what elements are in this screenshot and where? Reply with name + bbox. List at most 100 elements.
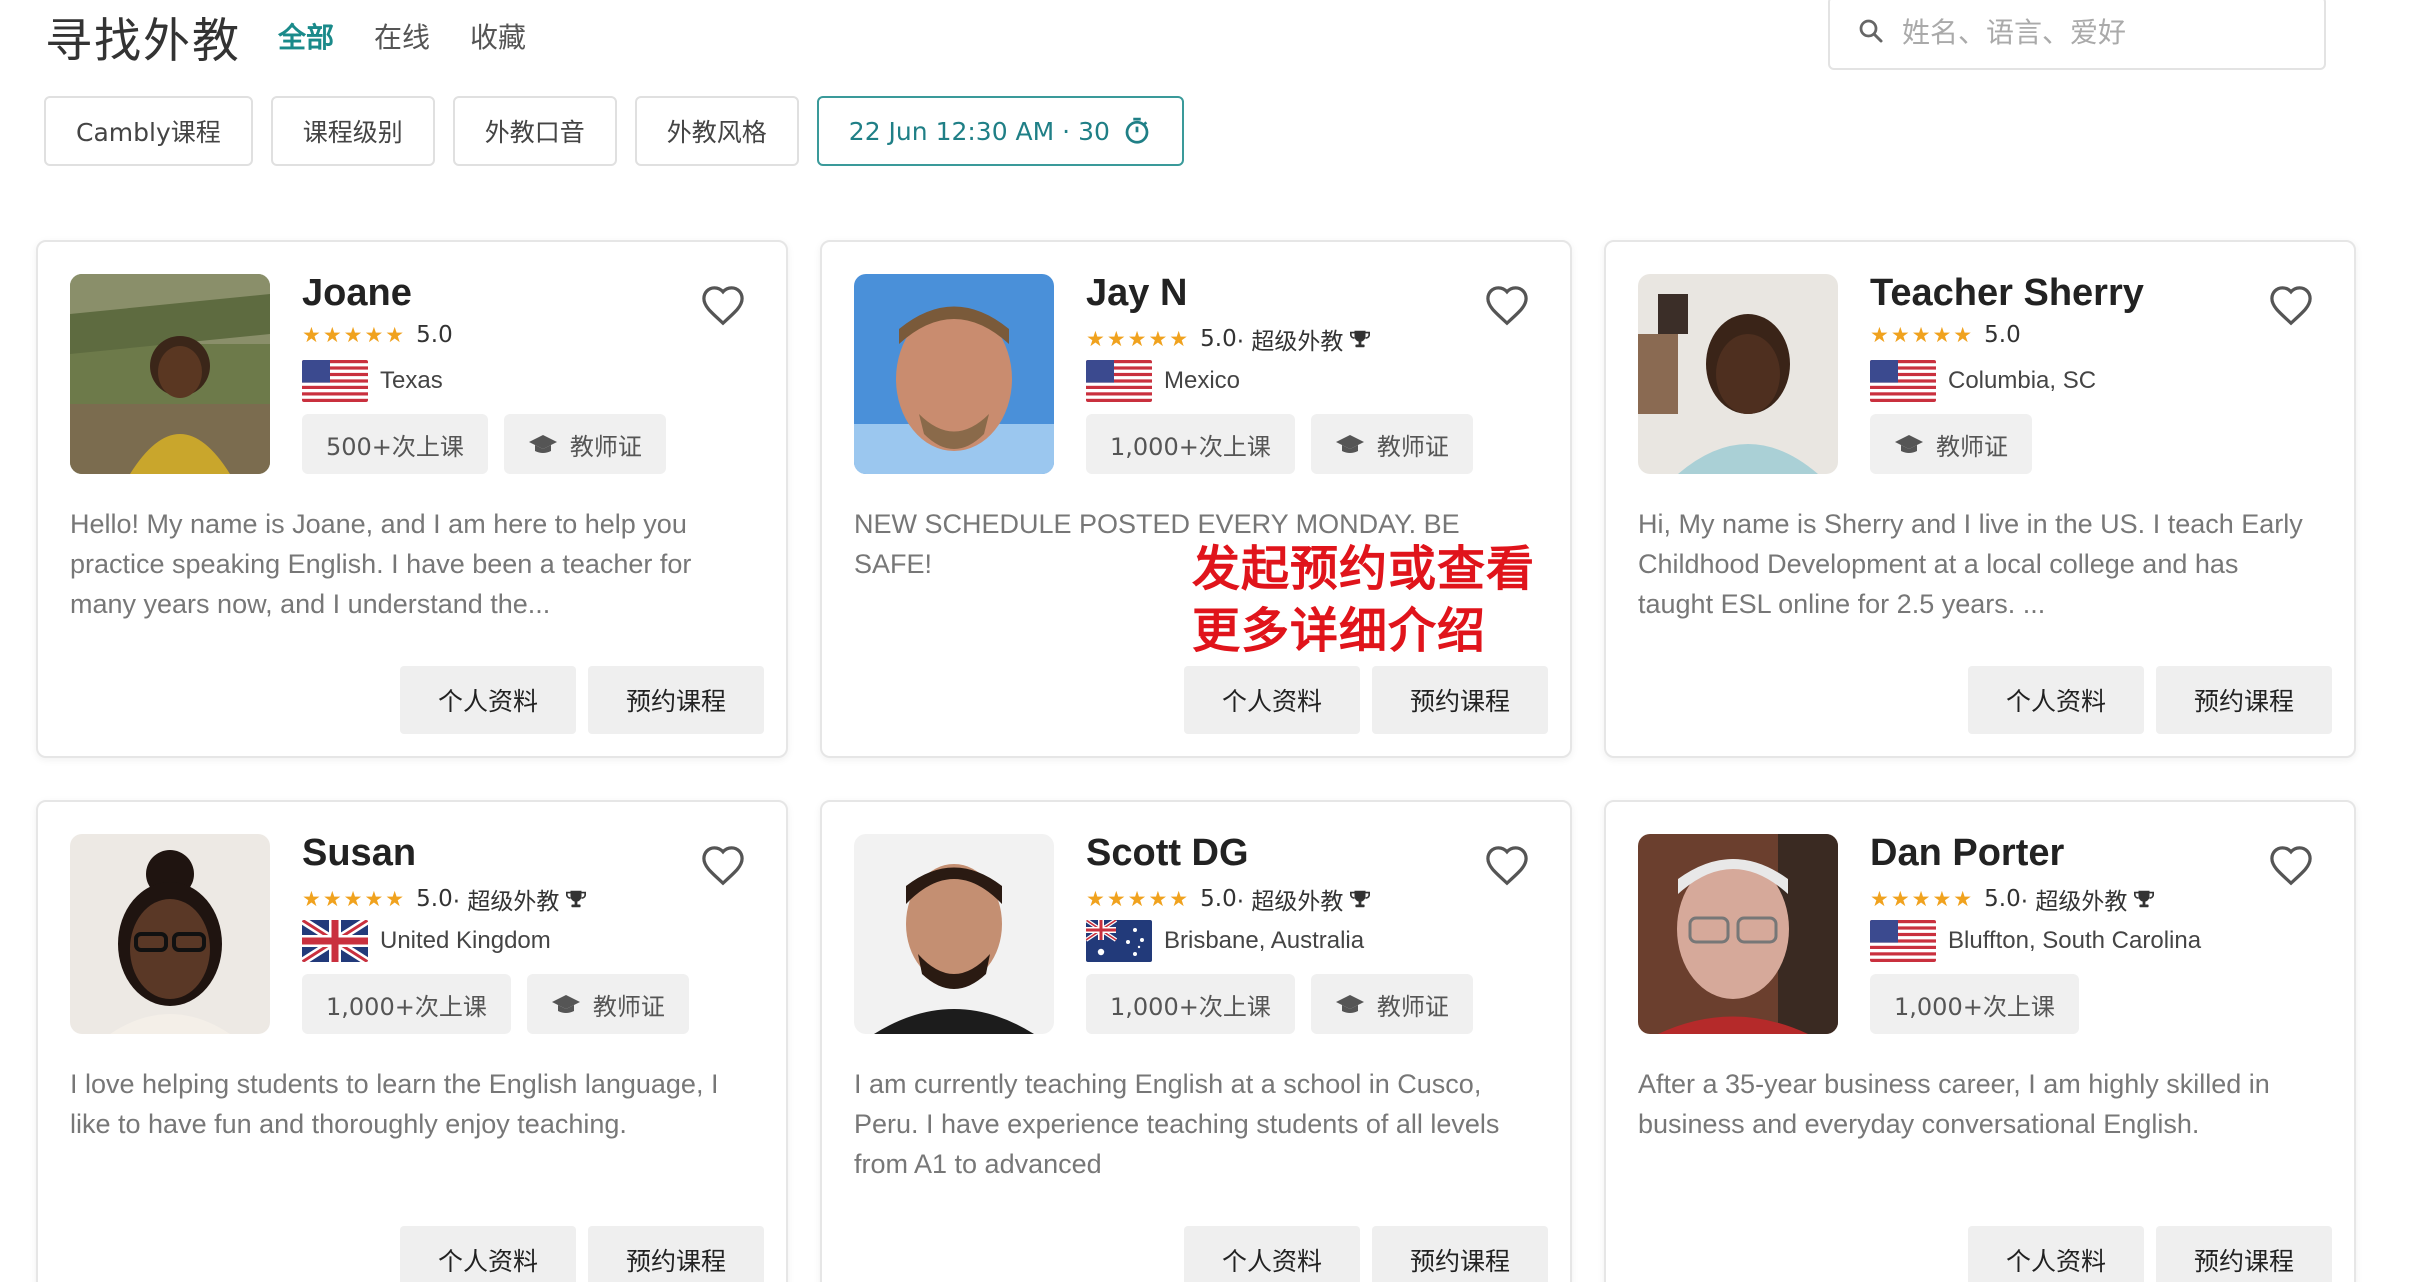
au-flag-icon [1086, 920, 1152, 962]
lessons-badge: 1,000+次上课 [1086, 414, 1295, 474]
page-title: 寻找外教 [45, 14, 241, 69]
favorite-heart-icon[interactable] [1484, 844, 1530, 886]
rating-stars: ★★★★★ [302, 887, 407, 911]
tutor-avatar-joane[interactable] [70, 274, 270, 474]
card-actions: 个人资料 预约课程 [388, 666, 764, 734]
certificate-label: 教师证 [592, 992, 665, 1021]
book-lesson-button[interactable]: 预约课程 [588, 1226, 764, 1282]
tutor-bio: I am currently teaching English at a sch… [854, 1069, 1500, 1179]
tutor-name[interactable]: Scott DG [1086, 832, 1249, 875]
certificate-badge: 教师证 [503, 414, 666, 474]
filter-course-level[interactable]: 课程级别 [270, 96, 435, 166]
book-lesson-button[interactable]: 预约课程 [1372, 1226, 1548, 1282]
graduation-cap-icon [1335, 432, 1365, 456]
certificate-badge: 教师证 [1310, 414, 1473, 474]
certificate-label: 教师证 [1376, 432, 1449, 461]
tutor-name[interactable]: Jay N [1086, 272, 1187, 315]
tab-all[interactable]: 全部 [278, 16, 334, 56]
tutor-avatar-teacher-sherry[interactable] [1638, 274, 1838, 474]
graduation-cap-icon [1894, 432, 1924, 456]
certificate-label: 教师证 [569, 432, 642, 461]
tutor-avatar-dan-porter[interactable] [1638, 834, 1838, 1034]
tutor-card-joane[interactable]: Joane ★★★★★ 5.0 Texas 500+次上课 教师证 Hello!… [36, 240, 788, 758]
tutor-bio: I love helping students to learn the Eng… [70, 1069, 719, 1139]
rating-stars: ★★★★★ [1870, 323, 1975, 347]
tab-favorites[interactable]: 收藏 [470, 16, 526, 56]
us-flag-icon [302, 360, 368, 402]
super-tutor-label: · 超级外教 [2020, 889, 2128, 915]
book-lesson-button[interactable]: 预约课程 [1372, 666, 1548, 734]
tutor-name[interactable]: Joane [302, 272, 412, 315]
favorite-heart-icon[interactable] [2268, 844, 2314, 886]
annotation-callout: 发起预约或查看 更多详细介绍 [1192, 538, 1535, 662]
tutor-bio: Hi, My name is Sherry and I live in the … [1638, 509, 2303, 619]
certificate-badge: 教师证 [1870, 414, 2032, 474]
tutor-name[interactable]: Teacher Sherry [1870, 272, 2144, 315]
favorite-heart-icon[interactable] [700, 844, 746, 886]
location-text: Bluffton, South Carolina [1948, 927, 2202, 954]
badges: 1,000+次上课 教师证 [1086, 974, 1489, 1034]
rating-row: ★★★★★ 5.0 · 超级外教 [302, 882, 587, 916]
profile-button[interactable]: 个人资料 [400, 1226, 576, 1282]
card-actions: 个人资料 预约课程 [1956, 1226, 2332, 1282]
tutor-card-scott-dg[interactable]: Scott DG ★★★★★ 5.0 · 超级外教 Brisbane, Aust… [820, 800, 1572, 1282]
location-text: Columbia, SC [1948, 367, 2097, 394]
rating-value: 5.0 [1984, 886, 2021, 912]
super-tutor-label: · 超级外教 [1236, 889, 1344, 915]
book-lesson-button[interactable]: 预约课程 [2156, 666, 2332, 734]
annotation-line-2: 更多详细介绍 [1192, 603, 1487, 659]
card-actions: 个人资料 预约课程 [388, 1226, 764, 1282]
tutor-name[interactable]: Susan [302, 832, 416, 875]
graduation-cap-icon [1335, 992, 1365, 1016]
header: 寻找外教 全部 在线 收藏 [0, 0, 2416, 80]
profile-button[interactable]: 个人资料 [1184, 1226, 1360, 1282]
favorite-heart-icon[interactable] [1484, 284, 1530, 326]
location-row: Mexico [1086, 360, 1240, 402]
favorite-heart-icon[interactable] [700, 284, 746, 326]
rating-row: ★★★★★ 5.0 · 超级外教 [1086, 322, 1371, 356]
uk-flag-icon [302, 920, 368, 962]
filter-bar: Cambly课程 课程级别 外教口音 外教风格 22 Jun 12:30 AM … [44, 96, 1202, 166]
profile-button[interactable]: 个人资料 [1968, 666, 2144, 734]
filter-cambly-course[interactable]: Cambly课程 [44, 96, 253, 166]
profile-button[interactable]: 个人资料 [1968, 1226, 2144, 1282]
certificate-badge: 教师证 [1310, 974, 1473, 1034]
lessons-badge: 1,000+次上课 [302, 974, 511, 1034]
profile-button[interactable]: 个人资料 [1184, 666, 1360, 734]
tutor-avatar-susan[interactable] [70, 834, 270, 1034]
profile-button[interactable]: 个人资料 [400, 666, 576, 734]
tutor-card-susan[interactable]: Susan ★★★★★ 5.0 · 超级外教 United Kingdom 1,… [36, 800, 788, 1282]
tutor-name[interactable]: Dan Porter [1870, 832, 2064, 875]
super-tutor-label: · 超级外教 [1236, 329, 1344, 355]
tutor-card-jay-n[interactable]: Jay N ★★★★★ 5.0 · 超级外教 Mexico 1,000+次上课 … [820, 240, 1572, 758]
book-lesson-button[interactable]: 预约课程 [588, 666, 764, 734]
search-box[interactable] [1828, 0, 2326, 70]
location-row: United Kingdom [302, 920, 551, 962]
book-lesson-button[interactable]: 预约课程 [2156, 1226, 2332, 1282]
tutor-card-dan-porter[interactable]: Dan Porter ★★★★★ 5.0 · 超级外教 Bluffton, So… [1604, 800, 2356, 1282]
location-row: Bluffton, South Carolina [1870, 920, 2201, 962]
certificate-label: 教师证 [1376, 992, 1449, 1021]
badges: 1,000+次上课 [1870, 974, 2095, 1034]
filter-time[interactable]: 22 Jun 12:30 AM · 30 [816, 96, 1184, 166]
super-tutor-label: · 超级外教 [452, 889, 560, 915]
favorite-heart-icon[interactable] [2268, 284, 2314, 326]
search-input[interactable] [1902, 12, 2302, 52]
tutor-avatar-scott-dg[interactable] [854, 834, 1054, 1034]
filter-time-label: 22 Jun 12:30 AM · 30 [848, 116, 1110, 146]
tutor-card-teacher-sherry[interactable]: Teacher Sherry ★★★★★ 5.0 Columbia, SC 教师… [1604, 240, 2356, 758]
card-actions: 个人资料 预约课程 [1956, 666, 2332, 734]
tutor-avatar-jay-n[interactable] [854, 274, 1054, 474]
rating-stars: ★★★★★ [302, 323, 407, 347]
graduation-cap-icon [551, 992, 581, 1016]
filter-accent[interactable]: 外教口音 [452, 96, 617, 166]
tab-online[interactable]: 在线 [374, 16, 430, 56]
rating-stars: ★★★★★ [1086, 887, 1191, 911]
us-flag-icon [1870, 360, 1936, 402]
location-row: Columbia, SC [1870, 360, 2096, 402]
location-text: United Kingdom [380, 927, 551, 954]
top-tabs: 全部 在线 收藏 [278, 16, 566, 56]
rating-row: ★★★★★ 5.0 [1870, 322, 2021, 348]
card-actions: 个人资料 预约课程 [1172, 666, 1548, 734]
filter-style[interactable]: 外教风格 [634, 96, 799, 166]
